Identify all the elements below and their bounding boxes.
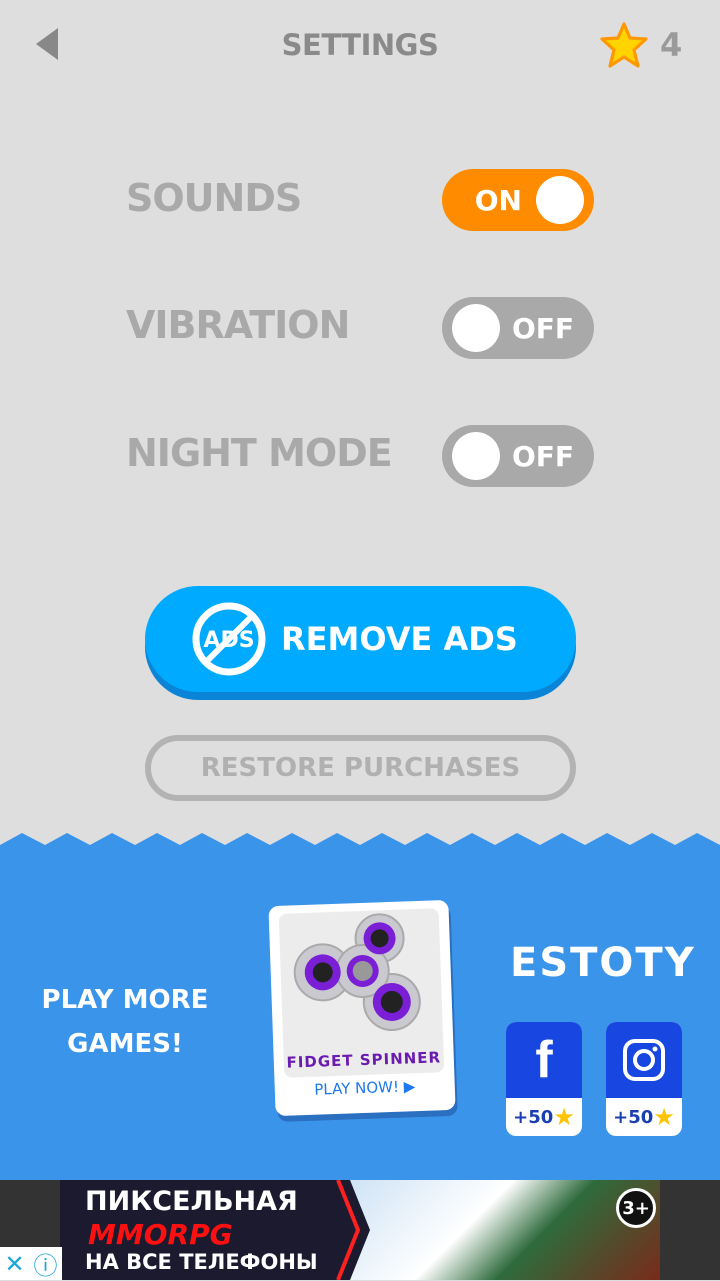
ad-headline: ПИКСЕЛЬНАЯ xyxy=(85,1186,298,1217)
sounds-label: SOUNDS xyxy=(126,176,302,220)
toggle-state: OFF xyxy=(512,311,575,345)
card-title: FIDGET SPINNER xyxy=(286,1048,442,1072)
night-mode-label: NIGHT MODE xyxy=(126,431,393,475)
ad-highlight: MMORPG xyxy=(88,1218,233,1251)
ad-subline: НА ВСЕ ТЕЛЕФОНЫ xyxy=(85,1250,318,1274)
games-line: GAMES! xyxy=(67,1029,183,1059)
play-more-games-label: PLAY MORE GAMES! xyxy=(30,978,220,1066)
toggle-knob xyxy=(452,304,500,352)
ad-arrow xyxy=(330,1180,370,1280)
play-more-line: PLAY MORE xyxy=(41,985,209,1015)
star-icon: ★ xyxy=(553,1103,575,1131)
restore-purchases-button[interactable]: RESTORE PURCHASES xyxy=(145,735,576,801)
night-mode-toggle[interactable]: OFF xyxy=(442,425,594,487)
remove-ads-label: REMOVE ADS xyxy=(281,620,518,658)
instagram-icon xyxy=(623,1039,665,1081)
ad-image xyxy=(350,1180,660,1280)
ad-controls: ✕ ⓘ xyxy=(0,1247,62,1280)
sounds-toggle[interactable]: ON xyxy=(442,169,594,231)
facebook-icon: f xyxy=(535,1031,553,1089)
fidget-spinner-card[interactable]: FIDGET SPINNER PLAY NOW! ▶ xyxy=(268,899,456,1117)
toggle-state: OFF xyxy=(512,439,575,473)
vibration-label: VIBRATION xyxy=(126,303,350,347)
ad-banner[interactable]: ПИКСЕЛЬНАЯ MMORPG НА ВСЕ ТЕЛЕФОНЫ 3+ xyxy=(60,1180,660,1280)
toggle-state: ON xyxy=(474,183,522,217)
age-rating-badge: 3+ xyxy=(616,1188,656,1228)
vibration-toggle[interactable]: OFF xyxy=(442,297,594,359)
instagram-reward: +50 xyxy=(613,1106,654,1128)
toggle-knob xyxy=(452,432,500,480)
instagram-button[interactable]: +50 ★ xyxy=(606,1022,682,1136)
star-icon xyxy=(600,22,648,68)
star-icon: ★ xyxy=(653,1103,675,1131)
facebook-reward: +50 xyxy=(513,1106,554,1128)
ad-info-icon[interactable]: ⓘ xyxy=(34,1246,58,1281)
facebook-button[interactable]: f +50 ★ xyxy=(506,1022,582,1136)
remove-ads-button[interactable]: ADS REMOVE ADS xyxy=(145,586,576,692)
toggle-knob xyxy=(536,176,584,224)
close-ad-icon[interactable]: ✕ xyxy=(4,1250,24,1278)
no-ads-icon: ADS xyxy=(192,602,266,676)
play-now-link[interactable]: PLAY NOW! ▶ xyxy=(275,1076,456,1100)
star-count: 4 xyxy=(660,26,683,64)
fidget-spinner-image xyxy=(293,913,421,1031)
estoty-logo: ESTOTY xyxy=(510,940,696,986)
play-icon: ▶ xyxy=(403,1077,416,1096)
